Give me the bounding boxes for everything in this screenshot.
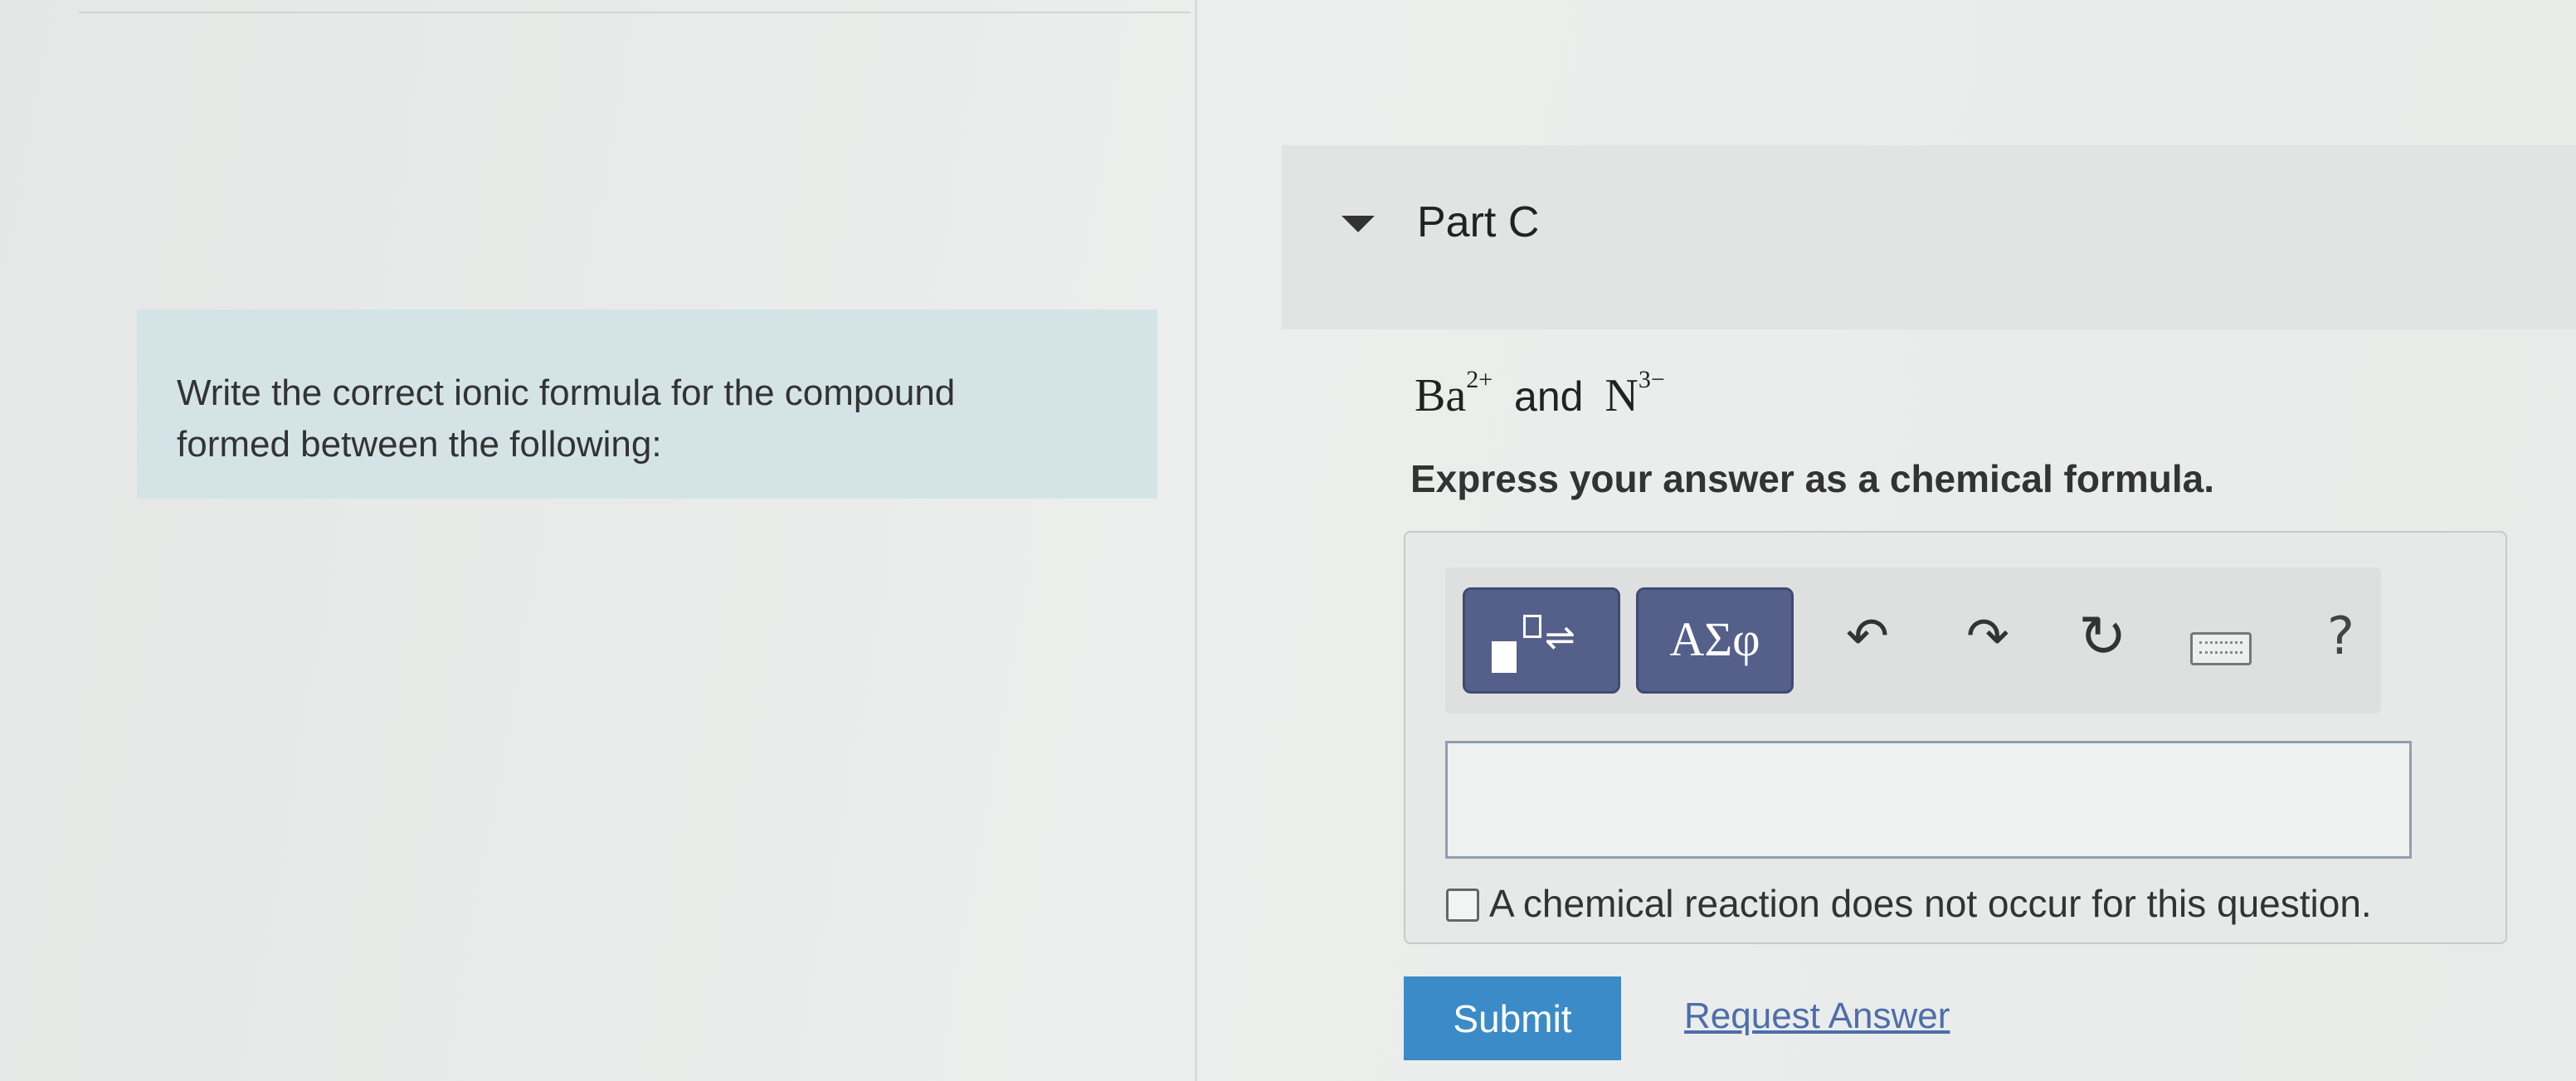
undo-icon[interactable]: ↶ (1846, 606, 1889, 666)
redo-icon[interactable]: ↷ (1966, 606, 2009, 666)
submit-button[interactable]: Submit (1404, 976, 1621, 1060)
ion-conjunction: and (1514, 373, 1584, 420)
keyboard-icon[interactable] (2190, 632, 2252, 665)
request-answer-link[interactable]: Request Answer (1684, 996, 1950, 1037)
no-reaction-checkbox[interactable] (1446, 889, 1479, 922)
cation-symbol: Ba (1415, 370, 1467, 421)
part-title[interactable]: Part C (1417, 197, 1539, 247)
collapse-caret-icon[interactable] (1342, 216, 1375, 232)
instruction-panel: Write the correct ionic formula for the … (137, 309, 1157, 499)
instruction-line-1: Write the correct ionic formula for the … (177, 373, 956, 413)
greek-symbols-button[interactable]: ΑΣφ (1636, 587, 1794, 694)
ion-pair: Ba2+ and N3− (1415, 366, 1665, 422)
cation-charge: 2+ (1466, 366, 1493, 394)
reset-icon[interactable]: ↻ (2078, 602, 2127, 670)
templates-button[interactable]: ⇌ (1463, 587, 1620, 694)
no-reaction-label[interactable]: A chemical reaction does not occur for t… (1489, 881, 2372, 926)
template-box-icon (1492, 641, 1517, 673)
instruction-line-2: formed between the following: (177, 424, 662, 465)
left-column: Write the correct ionic formula for the … (0, 0, 1193, 1081)
keyboard-keys-row (2199, 651, 2242, 658)
answer-input[interactable] (1445, 741, 2412, 859)
column-divider (1195, 0, 1197, 1081)
equilibrium-arrows-icon: ⇌ (1545, 616, 1575, 659)
answer-prompt: Express your answer as a chemical formul… (1410, 457, 2215, 500)
anion-symbol: N (1605, 370, 1639, 421)
anion-charge: 3− (1638, 366, 1665, 394)
help-icon[interactable]: ? (2327, 606, 2354, 666)
keyboard-keys-row (2199, 641, 2242, 648)
template-superscript-icon (1523, 615, 1541, 638)
